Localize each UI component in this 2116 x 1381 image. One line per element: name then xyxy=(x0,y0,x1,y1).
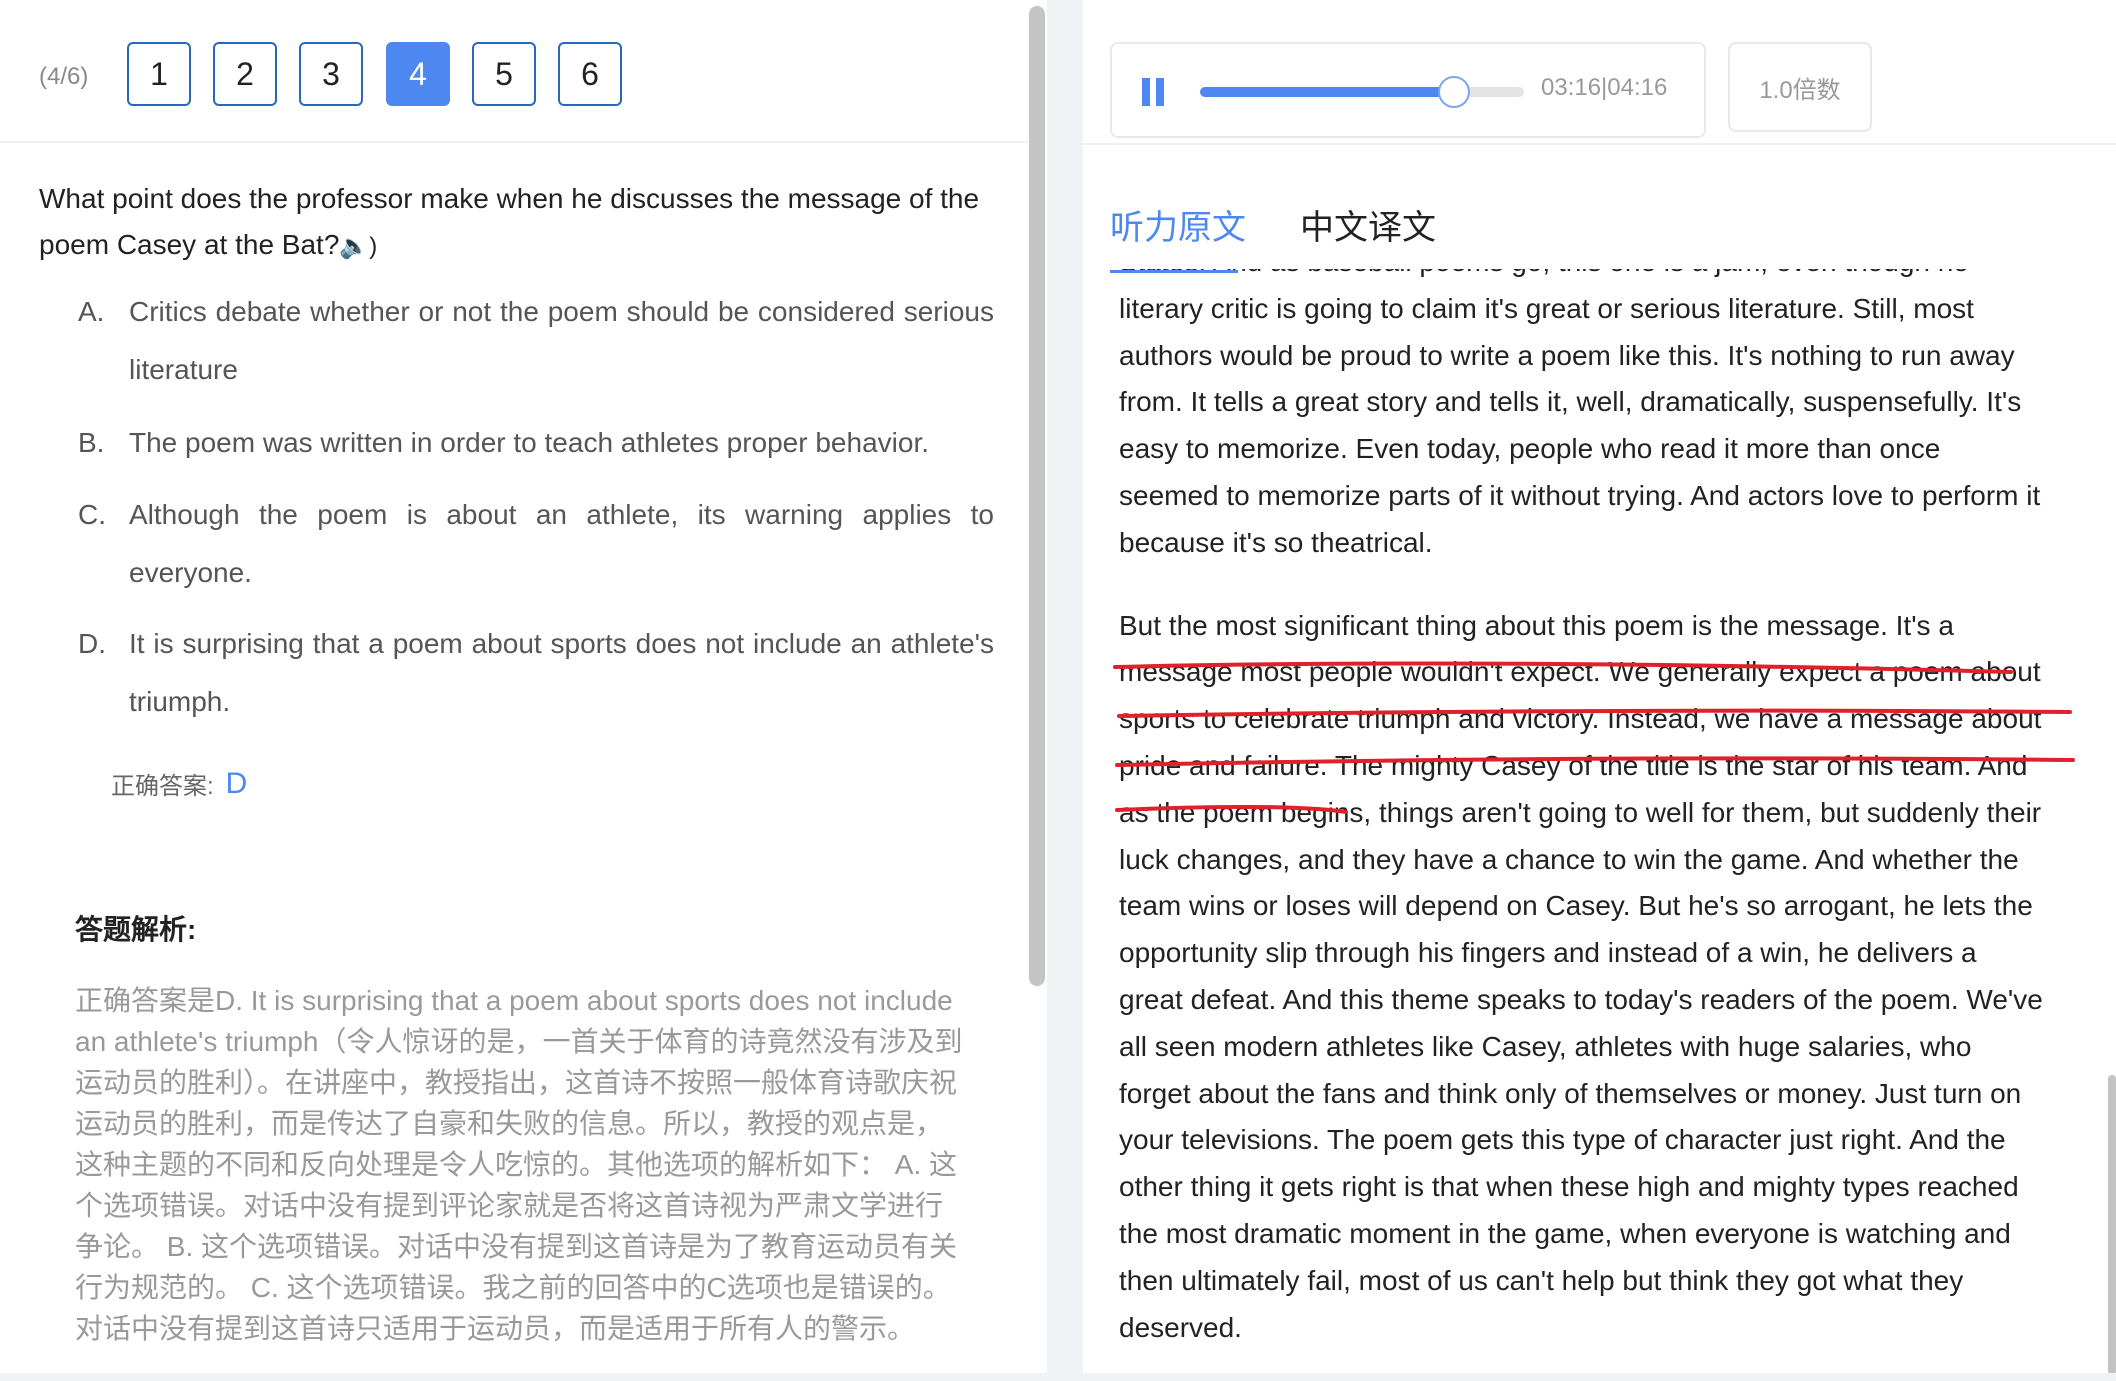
transcript-line: all seen modern athletes like Casey, ath… xyxy=(1119,1030,1972,1062)
transcript-line: your televisions. The poem gets this typ… xyxy=(1119,1124,2006,1156)
transcript-line: team wins or loses will depend on Casey.… xyxy=(1119,890,2033,922)
question-button-3[interactable]: 3 xyxy=(299,42,363,106)
transcript-line: States. And as baseball poems go, this o… xyxy=(1119,269,2069,286)
question-stem: What point does the professor make when … xyxy=(39,183,980,260)
transcript-line: luck changes, and they have a chance to … xyxy=(1119,843,2019,875)
time-readout: 03:16|04:16 xyxy=(1541,74,1668,101)
speaker-icon[interactable]: 🔈) xyxy=(339,233,377,260)
player-bar: 03:16|04:16 1.0倍数 xyxy=(1083,0,2116,145)
correct-answer: 正确答案: D xyxy=(111,766,247,801)
transcript-line: opportunity slip through his fingers and… xyxy=(1119,937,1977,969)
tab-transcript[interactable]: 听力原文 xyxy=(1110,200,1246,249)
active-tab-indicator xyxy=(1110,270,1238,273)
question-button-5[interactable]: 5 xyxy=(472,42,536,106)
seek-progress xyxy=(1200,87,1455,97)
transcript-line: literary critic is going to claim it's g… xyxy=(1119,292,1974,324)
transcript-line: pride and failure. The mighty Casey of t… xyxy=(1119,749,2028,781)
transcript-line: deserved. xyxy=(1119,1311,1242,1343)
option-a[interactable]: A. Critics debate whether or not the poe… xyxy=(78,283,994,399)
seek-slider[interactable] xyxy=(1200,76,1524,108)
transcript-line: the most dramatic moment in the game, wh… xyxy=(1119,1217,2011,1249)
transcript-line: message most people wouldn't expect. We … xyxy=(1119,656,2041,688)
transcript-line: sports to celebrate triumph and victory.… xyxy=(1119,703,2042,735)
option-d[interactable]: D. It is surprising that a poem about sp… xyxy=(78,615,994,731)
transcript-paragraph: States. And as baseball poems go, this o… xyxy=(1119,269,2069,567)
question-button-2[interactable]: 2 xyxy=(213,42,277,106)
option-letter: B. xyxy=(78,427,105,458)
transcript-text: States. And as baseball poems go, this o… xyxy=(1119,269,2109,1373)
pause-icon[interactable] xyxy=(1142,78,1166,106)
transcript-line: forget about the fans and think only of … xyxy=(1119,1077,2022,1109)
option-c[interactable]: C. Although the poem is about an athlete… xyxy=(78,486,994,602)
option-text: The poem was written in order to teach a… xyxy=(129,427,929,458)
question-progress: (4/6) xyxy=(39,63,89,90)
question-panel: (4/6) 1 2 3 4 5 6 What point does the pr… xyxy=(0,0,1047,1373)
analysis-heading: 答题解析: xyxy=(75,914,197,945)
question-button-1[interactable]: 1 xyxy=(127,42,191,106)
transcript-line: But the most significant thing about thi… xyxy=(1119,609,1954,641)
correct-answer-label: 正确答案: xyxy=(111,773,214,800)
seek-thumb[interactable] xyxy=(1438,76,1471,108)
analysis-text: 正确答案是D. It is surprising that a poem abo… xyxy=(75,985,963,1344)
tab-translation[interactable]: 中文译文 xyxy=(1300,200,1436,249)
transcript-line: then ultimately fail, most of us can't h… xyxy=(1119,1264,1964,1296)
option-text: Critics debate whether or not the poem s… xyxy=(129,296,994,385)
transcript-line: other thing it gets right is that when t… xyxy=(1119,1171,2019,1203)
transcript-line: great defeat. And this theme speaks to t… xyxy=(1119,983,2043,1015)
option-letter: A. xyxy=(78,296,105,327)
transcript-line: as the poem begins, things aren't going … xyxy=(1119,796,2042,828)
transcript-line: seemed to memorize parts of it without t… xyxy=(1119,479,2041,511)
option-b[interactable]: B. The poem was written in order to teac… xyxy=(78,414,994,472)
transcript-line: because it's so theatrical. xyxy=(1119,526,1433,558)
option-text: It is surprising that a poem about sport… xyxy=(129,628,994,717)
left-scrollbar[interactable] xyxy=(1029,6,1045,986)
question-button-6[interactable]: 6 xyxy=(558,42,622,106)
right-scrollbar[interactable] xyxy=(2108,1075,2116,1373)
audio-player: 03:16|04:16 xyxy=(1110,42,1706,138)
transcript-paragraph: But the most significant thing about thi… xyxy=(1119,603,2069,1352)
transcript-line: authors would be proud to write a poem l… xyxy=(1119,339,2015,371)
transcript-line: easy to memorize. Even today, people who… xyxy=(1119,433,1941,465)
transcript-panel: 03:16|04:16 1.0倍数 听力原文 中文译文 States. And … xyxy=(1083,0,2116,1373)
option-letter: C. xyxy=(78,499,106,530)
question-nav: (4/6) 1 2 3 4 5 6 xyxy=(0,0,1028,143)
transcript-line: from. It tells a great story and tells i… xyxy=(1119,386,2022,418)
question-button-4[interactable]: 4 xyxy=(386,42,450,106)
correct-answer-value: D xyxy=(225,766,248,800)
question-text: What point does the professor make when … xyxy=(39,176,999,270)
playback-speed-button[interactable]: 1.0倍数 xyxy=(1728,42,1872,132)
option-text: Although the poem is about an athlete, i… xyxy=(129,499,994,588)
option-letter: D. xyxy=(78,628,106,659)
